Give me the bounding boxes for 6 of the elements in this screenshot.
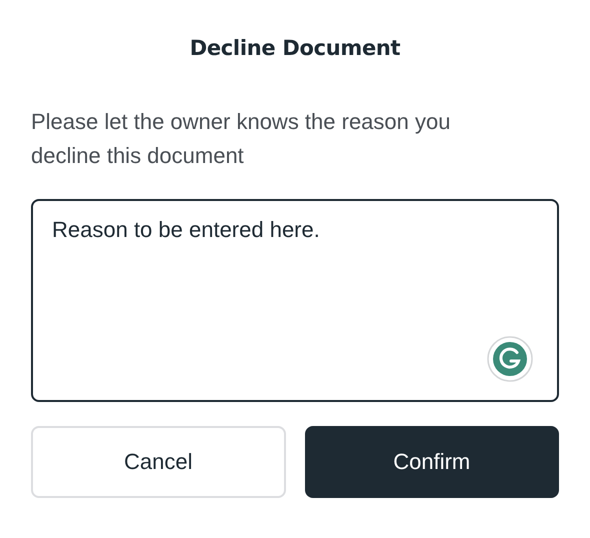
dialog-title: Decline Document xyxy=(188,35,402,62)
dialog-message: Please let the owner knows the reason you decline this document xyxy=(31,108,452,170)
reason-field[interactable]: Reason to be entered here. xyxy=(31,199,559,402)
confirm-button[interactable]: Confirm xyxy=(304,426,559,498)
cancel-button[interactable]: Cancel xyxy=(31,426,286,498)
grammar-assistant-icon[interactable] xyxy=(487,336,533,382)
